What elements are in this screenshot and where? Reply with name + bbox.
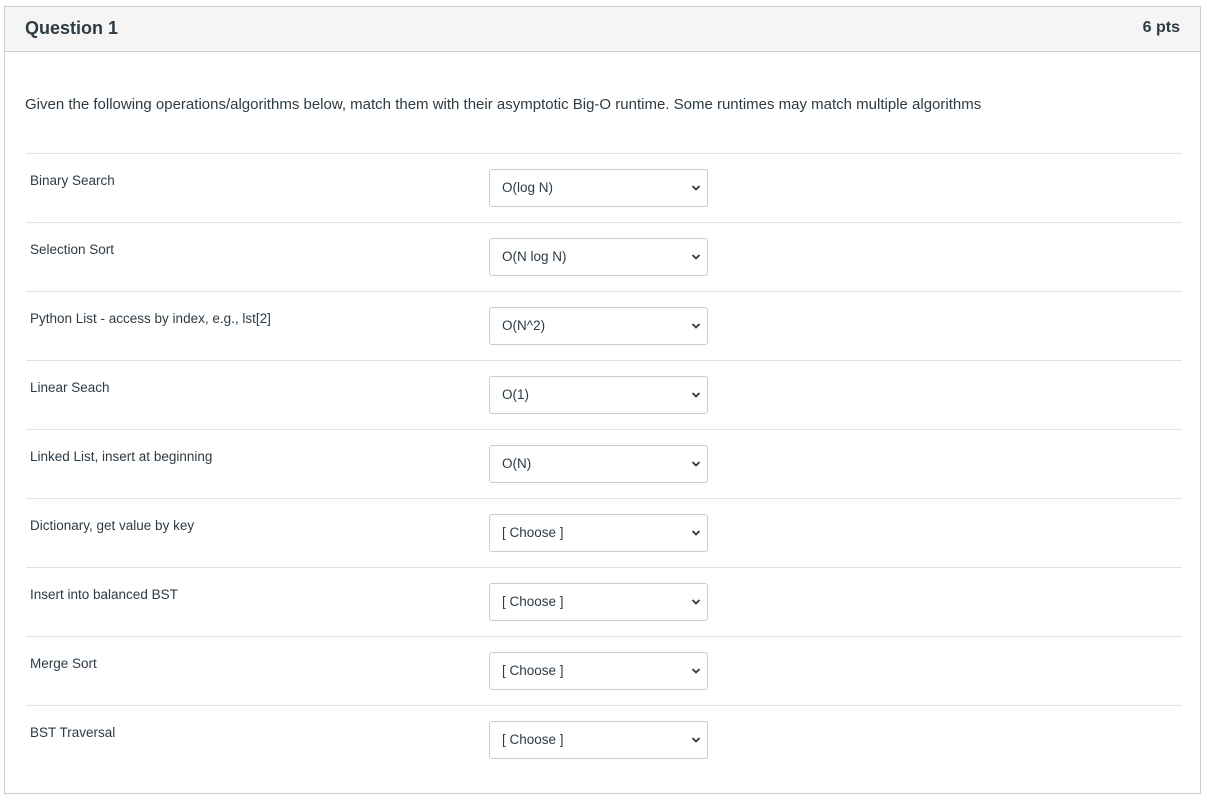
runtime-select[interactable]: [ Choose ]: [489, 721, 708, 759]
question-title: Question 1: [25, 18, 119, 38]
match-row: Selection Sort O(N log N): [26, 222, 1182, 291]
runtime-select[interactable]: [ Choose ]: [489, 583, 708, 621]
runtime-select[interactable]: O(N): [489, 445, 708, 483]
runtime-select-value: [ Choose ]: [502, 594, 564, 609]
chevron-down-icon: [691, 254, 701, 260]
match-row-label: Insert into balanced BST: [30, 587, 178, 602]
match-row: Insert into balanced BST [ Choose ]: [26, 567, 1182, 636]
question-header: Question 1 6 pts: [5, 7, 1200, 52]
match-row: BST Traversal [ Choose ]: [26, 705, 1182, 774]
question-card: Question 1 6 pts Given the following ope…: [4, 6, 1201, 794]
question-text: Given the following operations/algorithm…: [25, 96, 982, 113]
match-row-label: Merge Sort: [30, 656, 97, 671]
runtime-select[interactable]: O(1): [489, 376, 708, 414]
chevron-down-icon: [691, 530, 701, 536]
match-row: Linear Seach O(1): [26, 360, 1182, 429]
chevron-down-icon: [691, 392, 701, 398]
chevron-down-icon: [691, 737, 701, 743]
match-row-label: Linear Seach: [30, 380, 110, 395]
runtime-select-value: [ Choose ]: [502, 663, 564, 678]
match-row-label: Binary Search: [30, 173, 115, 188]
match-row-label: BST Traversal: [30, 725, 116, 740]
match-row: Linked List, insert at beginning O(N): [26, 429, 1182, 498]
match-row: Binary Search O(log N): [26, 153, 1182, 222]
runtime-select[interactable]: O(N log N): [489, 238, 708, 276]
match-row-label: Dictionary, get value by key: [30, 518, 195, 533]
runtime-select[interactable]: O(log N): [489, 169, 708, 207]
runtime-select-value: O(N log N): [502, 249, 567, 264]
chevron-down-icon: [691, 668, 701, 674]
chevron-down-icon: [691, 599, 701, 605]
match-row: Dictionary, get value by key [ Choose ]: [26, 498, 1182, 567]
match-rows: Binary Search O(log N) Selection Sort O(…: [26, 153, 1182, 774]
runtime-select-value: O(1): [502, 387, 529, 402]
chevron-down-icon: [691, 185, 701, 191]
chevron-down-icon: [691, 461, 701, 467]
match-row: Merge Sort [ Choose ]: [26, 636, 1182, 705]
runtime-select-value: O(N): [502, 456, 532, 471]
runtime-select[interactable]: O(N^2): [489, 307, 708, 345]
runtime-select-value: O(N^2): [502, 318, 546, 333]
match-row: Python List - access by index, e.g., lst…: [26, 291, 1182, 360]
runtime-select[interactable]: [ Choose ]: [489, 514, 708, 552]
runtime-select-value: O(log N): [502, 180, 554, 195]
match-row-label: Linked List, insert at beginning: [30, 449, 213, 464]
match-row-label: Python List - access by index, e.g., lst…: [30, 311, 271, 326]
runtime-select-value: [ Choose ]: [502, 525, 564, 540]
runtime-select[interactable]: [ Choose ]: [489, 652, 708, 690]
question-points: 6 pts: [1142, 19, 1180, 36]
runtime-select-value: [ Choose ]: [502, 732, 564, 747]
chevron-down-icon: [691, 323, 701, 329]
match-row-label: Selection Sort: [30, 242, 115, 257]
